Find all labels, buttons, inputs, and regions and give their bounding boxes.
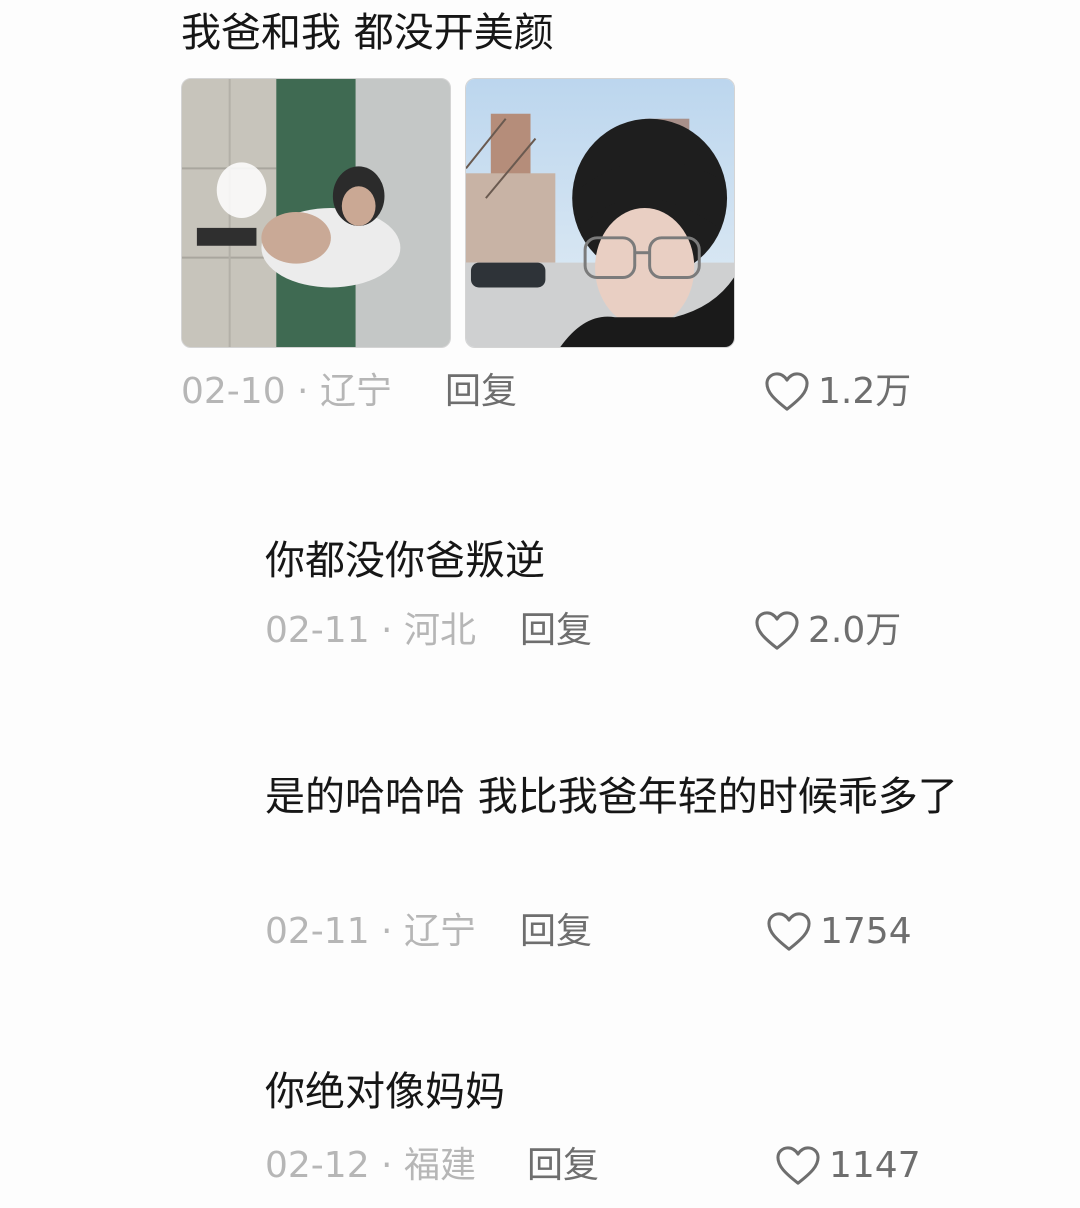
comment-text: 你都没你爸叛逆 [265,538,545,584]
comment-text: 我爸和我 都没开美颜 [181,10,554,56]
comment-date-location: 02-12 · 福建 [265,1145,476,1186]
comment-date-location: 02-11 · 辽宁 [265,911,476,952]
comment-date-location: 02-11 · 河北 [265,610,476,651]
like-count: 1.2万 [818,371,912,412]
like-button[interactable]: 2.0万 [754,606,901,656]
comment-photo-selfie[interactable] [465,78,735,348]
reply-button[interactable]: 回复 [520,907,592,957]
like-count: 1147 [829,1145,921,1186]
reply-button[interactable]: 回复 [520,606,592,656]
comment-photo-old[interactable] [181,78,451,348]
comment-text: 你绝对像妈妈 [265,1069,505,1115]
reply-item: 你绝对像妈妈 02-12 · 福建 回复 1147 [0,1055,1080,1205]
heart-outline-icon [767,912,811,951]
selfie-photo-image [466,79,734,347]
heart-outline-icon [765,372,809,411]
reply-item: 是的哈哈哈 我比我爸年轻的时候乖多了 02-11 · 辽宁 回复 1754 [0,760,1080,980]
like-count: 1754 [820,911,912,952]
heart-outline-icon [776,1146,820,1185]
reply-button[interactable]: 回复 [445,367,517,417]
like-button[interactable]: 1754 [766,907,912,957]
comment-date-location: 02-10 · 辽宁 [181,371,392,412]
old-photo-image [182,79,450,347]
reply-item: 你都没你爸叛逆 02-11 · 河北 回复 2.0万 [0,520,1080,680]
like-button[interactable]: 1147 [775,1141,921,1191]
reply-button[interactable]: 回复 [527,1141,599,1191]
like-count: 2.0万 [808,610,902,651]
heart-outline-icon [755,611,799,650]
comment-item: 我爸和我 都没开美颜 02-10 · 辽宁 回复 1.2万 [0,0,1080,420]
like-button[interactable]: 1.2万 [764,367,911,417]
comment-text: 是的哈哈哈 我比我爸年轻的时候乖多了 [265,774,958,820]
